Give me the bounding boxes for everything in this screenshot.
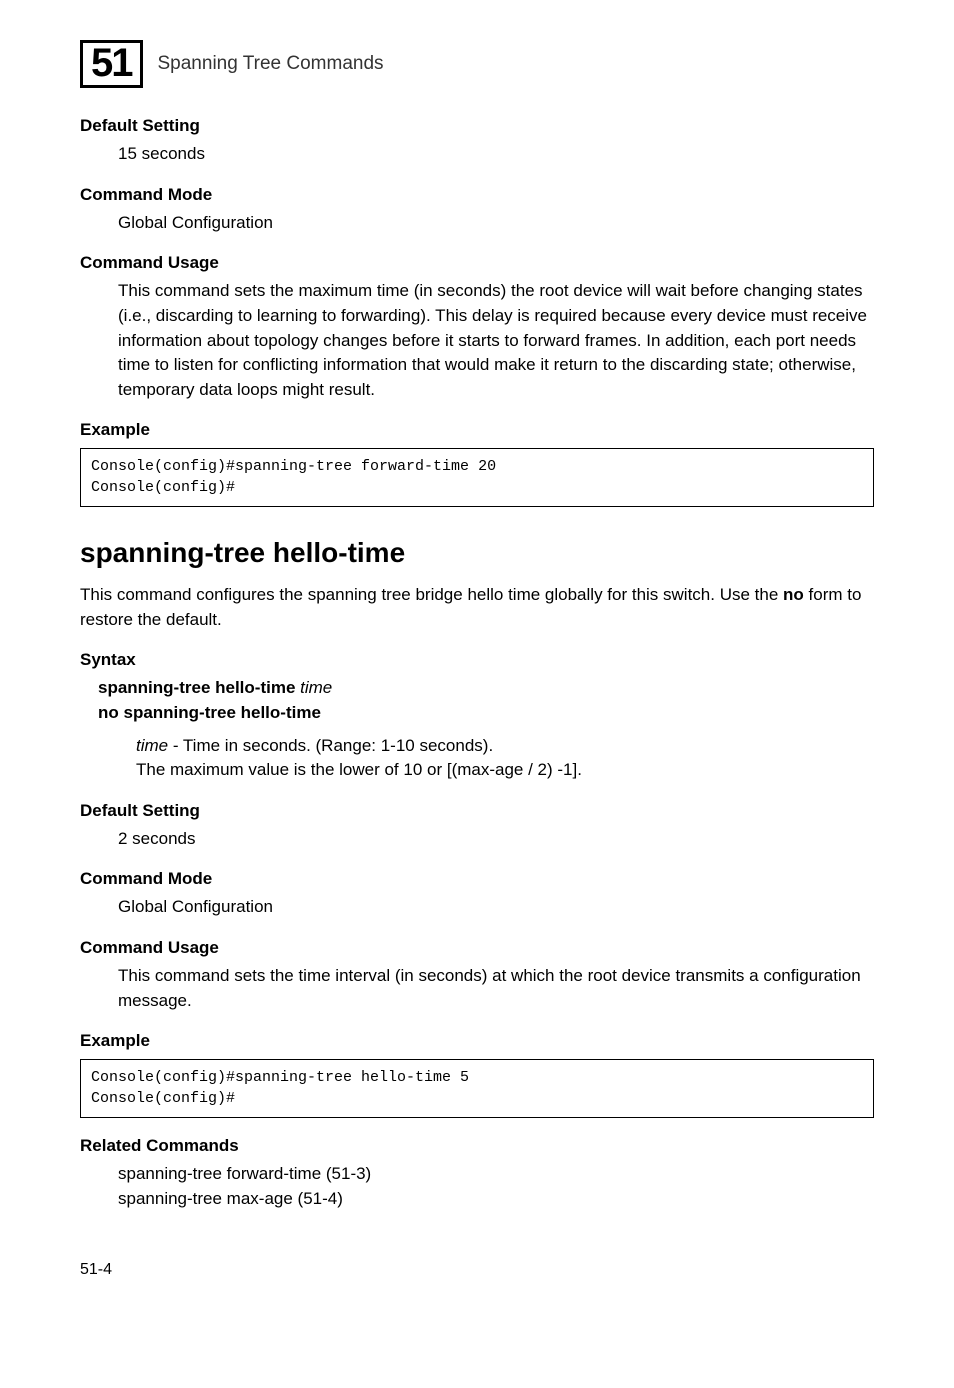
default-setting-value: 15 seconds — [118, 142, 874, 167]
related-commands-list: spanning-tree forward-time (51-3) spanni… — [118, 1162, 874, 1211]
syntax-line2: no spanning-tree hello-time — [98, 703, 321, 722]
syntax-block: spanning-tree hello-time time no spannin… — [98, 676, 874, 725]
syntax-param-name: time — [136, 736, 168, 755]
syntax-line1-bold: spanning-tree hello-time — [98, 678, 300, 697]
command-mode-heading: Command Mode — [80, 185, 874, 205]
page-header: 51 Spanning Tree Commands — [80, 40, 874, 88]
command-intro: This command configures the spanning tre… — [80, 583, 874, 632]
default-setting-value-2: 2 seconds — [118, 827, 874, 852]
example-heading: Example — [80, 420, 874, 440]
related-commands-heading: Related Commands — [80, 1136, 874, 1156]
syntax-heading: Syntax — [80, 650, 874, 670]
command-usage-heading-2: Command Usage — [80, 938, 874, 958]
command-usage-text: This command sets the maximum time (in s… — [118, 279, 874, 402]
code-example-1: Console(config)#spanning-tree forward-ti… — [80, 448, 874, 507]
command-mode-heading-2: Command Mode — [80, 869, 874, 889]
related-line1: spanning-tree forward-time (51-3) — [118, 1164, 371, 1183]
example-heading-2: Example — [80, 1031, 874, 1051]
default-setting-heading: Default Setting — [80, 116, 874, 136]
intro-part1: This command configures the spanning tre… — [80, 585, 783, 604]
syntax-param-block: time - Time in seconds. (Range: 1-10 sec… — [136, 734, 874, 783]
syntax-param-desc: - Time in seconds. (Range: 1-10 seconds)… — [168, 736, 493, 755]
header-title: Spanning Tree Commands — [158, 53, 384, 75]
page-number: 51-4 — [80, 1261, 874, 1279]
document-page: 51 Spanning Tree Commands Default Settin… — [0, 0, 954, 1319]
syntax-param-line2: The maximum value is the lower of 10 or … — [136, 760, 582, 779]
command-usage-heading: Command Usage — [80, 253, 874, 273]
intro-no-keyword: no — [783, 585, 804, 604]
command-title: spanning-tree hello-time — [80, 537, 874, 569]
code-example-2: Console(config)#spanning-tree hello-time… — [80, 1059, 874, 1118]
command-usage-text-2: This command sets the time interval (in … — [118, 964, 874, 1013]
command-mode-value: Global Configuration — [118, 211, 874, 236]
default-setting-heading-2: Default Setting — [80, 801, 874, 821]
syntax-line1-italic: time — [300, 678, 332, 697]
command-mode-value-2: Global Configuration — [118, 895, 874, 920]
chapter-number-box: 51 — [80, 40, 143, 88]
related-line2: spanning-tree max-age (51-4) — [118, 1189, 343, 1208]
